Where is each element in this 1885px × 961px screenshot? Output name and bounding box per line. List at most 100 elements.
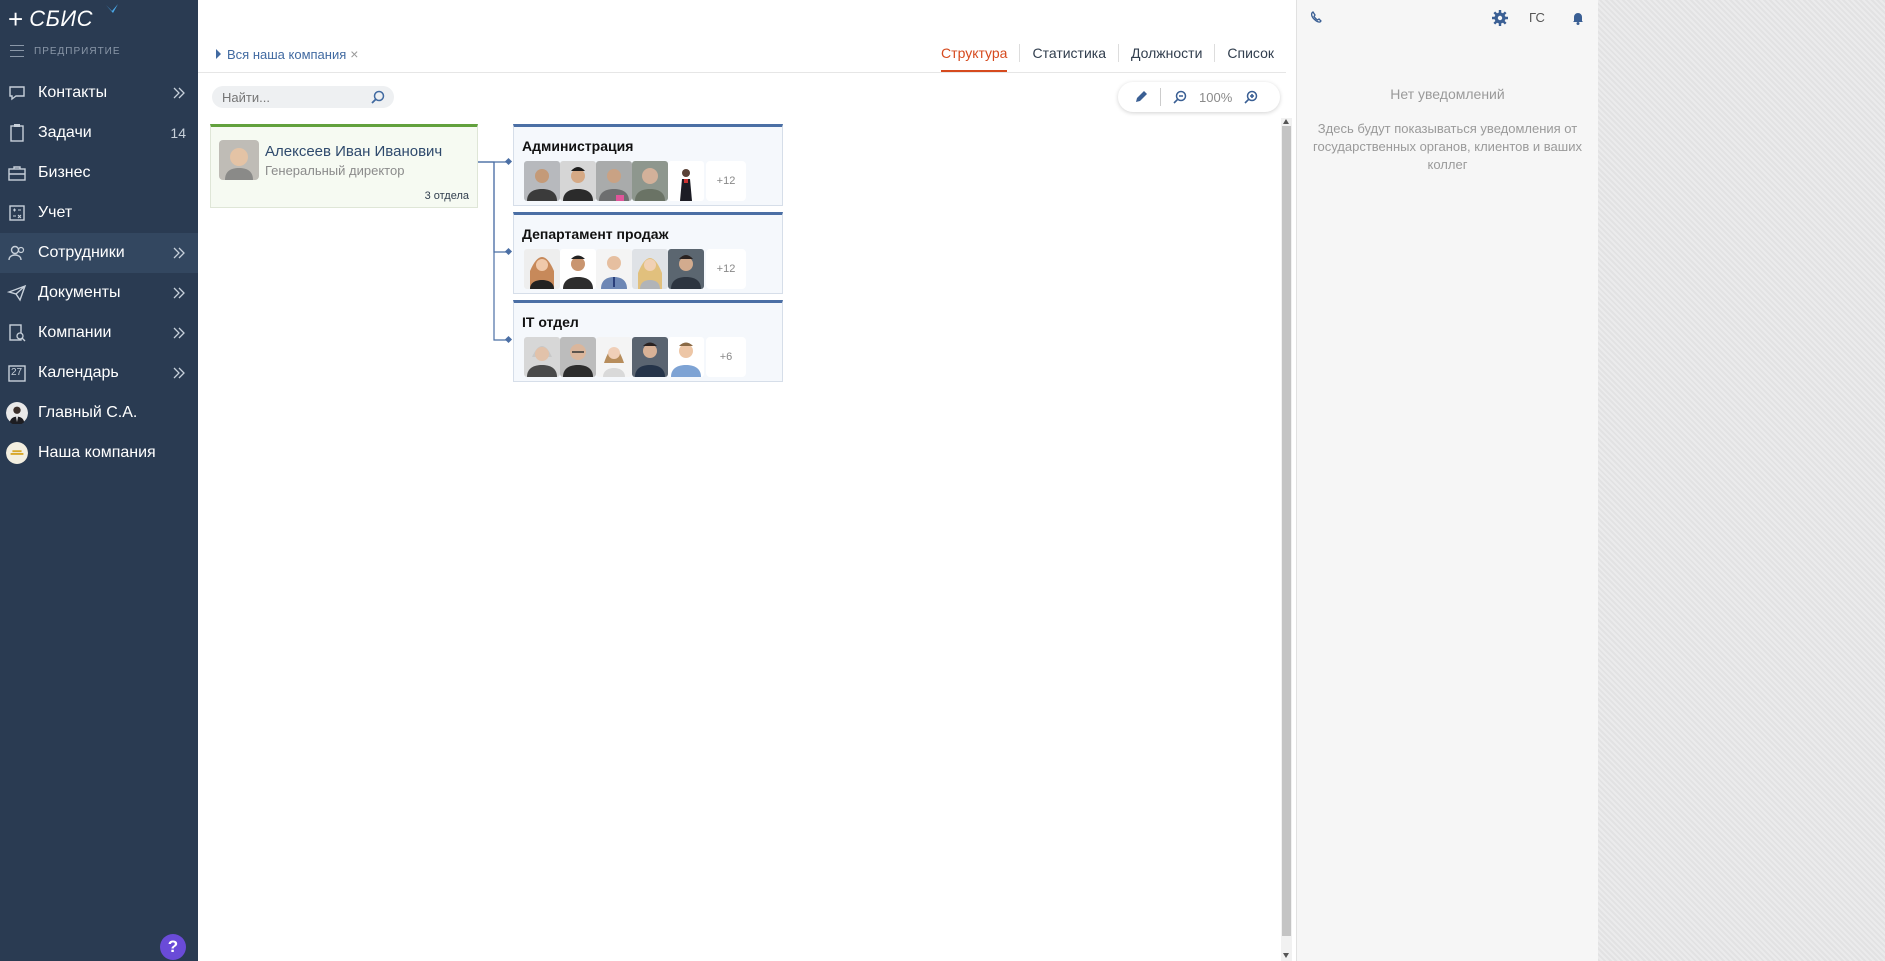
gear-icon[interactable] — [1491, 9, 1509, 27]
sidebar-item-label: Бизнес — [38, 164, 91, 181]
director-photo — [219, 140, 259, 180]
department-card[interactable]: IT отдел +6 — [513, 300, 783, 382]
sidebar-item-label: Документы — [38, 284, 121, 301]
scrollbar-thumb[interactable] — [1282, 126, 1291, 936]
sidebar-item-companies[interactable]: Компании — [0, 313, 198, 353]
employee-photo[interactable] — [668, 249, 704, 289]
employee-photo[interactable] — [632, 249, 668, 289]
double-chevron-right-icon[interactable] — [172, 246, 186, 260]
divider — [1160, 88, 1161, 106]
employee-photo[interactable] — [524, 337, 560, 377]
employee-photo[interactable] — [668, 337, 704, 377]
employee-photo[interactable] — [560, 249, 596, 289]
tab-structure[interactable]: Структура — [929, 44, 1019, 73]
zoom-out-icon[interactable] — [1171, 88, 1189, 106]
double-chevron-right-icon[interactable] — [172, 326, 186, 340]
zoom-panel: 100% — [1118, 82, 1280, 112]
sidebar-item-business[interactable]: Бизнес — [0, 153, 198, 193]
employee-photo[interactable] — [632, 337, 668, 377]
sidebar-item-tasks[interactable]: Задачи 14 — [0, 113, 198, 153]
notifications-empty-text: Здесь будут показываться уведомления от … — [1313, 121, 1582, 172]
sidebar-item-employees[interactable]: Сотрудники — [0, 233, 198, 273]
create-plus-button[interactable]: + — [8, 6, 23, 32]
department-members: +12 — [524, 161, 746, 201]
employee-photo[interactable] — [524, 161, 560, 201]
employee-photo[interactable] — [596, 337, 632, 377]
tab-positions[interactable]: Должности — [1118, 44, 1214, 62]
brand: + СБИС — [8, 4, 118, 34]
notifications-panel: ГС Нет уведомлений Здесь будут показыват… — [1296, 0, 1598, 961]
sidebar-item-label: Сотрудники — [38, 244, 125, 261]
more-members-button[interactable]: +12 — [706, 161, 746, 201]
sidebar-item-label: Компании — [38, 324, 112, 341]
employee-photo[interactable] — [596, 249, 632, 289]
scroll-up-arrow-icon[interactable] — [1283, 119, 1289, 124]
company-logo — [6, 442, 28, 464]
sidebar: + СБИС ПРЕДПРИЯТИЕ Контакты Задачи 14 Би… — [0, 0, 198, 961]
main-area: Вся наша компания × Структура Статистика… — [198, 0, 1296, 961]
calculator-icon — [6, 202, 28, 224]
sidebar-item-our-company[interactable]: Наша компания — [0, 433, 198, 473]
sidebar-item-calendar[interactable]: 27 Календарь — [0, 353, 198, 393]
chat-icon — [6, 82, 28, 104]
department-title: Администрация — [522, 138, 634, 154]
sidebar-item-label: Контакты — [38, 84, 108, 101]
phone-icon[interactable] — [1309, 10, 1325, 26]
sidebar-nav: Контакты Задачи 14 Бизнес Учет Сотрудник… — [0, 73, 198, 473]
departments-count[interactable]: 3 отдела — [425, 190, 469, 202]
employee-photo[interactable] — [560, 161, 596, 201]
section-switcher[interactable]: ПРЕДПРИЯТИЕ — [10, 45, 121, 57]
edit-pencil-icon[interactable] — [1132, 88, 1150, 106]
employee-photo[interactable] — [560, 337, 596, 377]
employee-photo[interactable] — [524, 249, 560, 289]
help-button[interactable]: ? — [160, 934, 186, 960]
bell-icon[interactable] — [1570, 10, 1586, 26]
more-members-button[interactable]: +6 — [706, 337, 746, 377]
logo-text[interactable]: СБИС — [29, 6, 93, 32]
gc-icon[interactable]: ГС — [1529, 10, 1545, 25]
director-name[interactable]: Алексеев Иван Иванович — [265, 143, 442, 160]
double-chevron-right-icon[interactable] — [172, 86, 186, 100]
double-chevron-right-icon[interactable] — [172, 286, 186, 300]
department-title: IT отдел — [522, 314, 579, 330]
clipboard-icon — [6, 122, 28, 144]
director-role: Генеральный директор — [265, 163, 405, 178]
company-search-icon — [6, 322, 28, 344]
department-members: +12 — [524, 249, 746, 289]
sidebar-item-documents[interactable]: Документы — [0, 273, 198, 313]
zoom-level: 100% — [1199, 89, 1233, 105]
sidebar-item-label: Учет — [38, 204, 73, 221]
notifications-empty-title: Нет уведомлений — [1390, 86, 1505, 102]
sidebar-item-profile[interactable]: Главный С.А. — [0, 393, 198, 433]
director-card[interactable]: Алексеев Иван Иванович Генеральный дирек… — [210, 124, 478, 208]
department-card[interactable]: Администрация +12 — [513, 124, 783, 206]
scroll-down-arrow-icon[interactable] — [1283, 953, 1289, 958]
zoom-in-icon[interactable] — [1242, 88, 1260, 106]
section-label: ПРЕДПРИЯТИЕ — [34, 45, 121, 57]
paper-plane-icon — [6, 282, 28, 304]
sidebar-item-accounting[interactable]: Учет — [0, 193, 198, 233]
background-texture — [1598, 0, 1885, 961]
people-icon — [6, 242, 28, 264]
sidebar-item-label: Главный С.А. — [38, 404, 138, 421]
calendar-icon: 27 — [6, 362, 28, 384]
tab-list[interactable]: Список — [1214, 44, 1286, 62]
user-avatar — [6, 402, 28, 424]
more-members-button[interactable]: +12 — [706, 249, 746, 289]
department-members: +6 — [524, 337, 746, 377]
employee-photo[interactable] — [668, 161, 704, 201]
employee-photo[interactable] — [632, 161, 668, 201]
department-title: Департамент продаж — [522, 226, 669, 242]
department-card[interactable]: Департамент продаж +12 — [513, 212, 783, 294]
tab-statistics[interactable]: Статистика — [1019, 44, 1118, 62]
double-chevron-right-icon[interactable] — [172, 366, 186, 380]
menu-icon[interactable] — [10, 45, 24, 57]
sidebar-item-contacts[interactable]: Контакты — [0, 73, 198, 113]
sidebar-item-label: Задачи — [38, 124, 92, 141]
logo-bird-icon — [106, 4, 118, 13]
calendar-day: 27 — [11, 367, 23, 378]
view-tabs: Структура Статистика Должности Список — [929, 44, 1286, 73]
employee-photo[interactable] — [596, 161, 632, 201]
tasks-count-badge: 14 — [170, 125, 186, 141]
sidebar-item-label: Календарь — [38, 364, 119, 381]
